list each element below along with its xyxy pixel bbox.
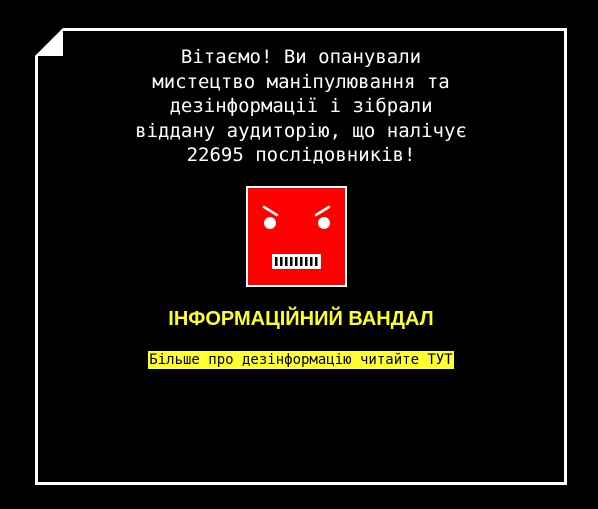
link-row: Більше про дезінформацію читайте ТУТ: [38, 351, 564, 369]
more-info-link[interactable]: Більше про дезінформацію читайте ТУТ: [148, 351, 454, 369]
message-line: 22695 послідовників!: [186, 144, 416, 166]
angry-face-icon: [246, 186, 347, 287]
page-fold-icon: [32, 25, 66, 59]
message-line: Вітаємо! Ви опанували: [180, 46, 422, 68]
right-eyebrow: [314, 205, 331, 217]
message-line: дезінформації і зібрали: [169, 95, 433, 117]
left-eye: [264, 217, 276, 229]
angry-face-svg: [262, 205, 331, 269]
result-message: Вітаємо! Ви опанували мистецтво маніпулю…: [38, 45, 564, 168]
game-screen: Вітаємо! Ви опанували мистецтво маніпулю…: [0, 0, 598, 509]
message-line: мистецтво маніпулювання та: [152, 70, 450, 93]
rank-title: ІНФОРМАЦІЙНИЙ ВАНДАЛ: [168, 308, 434, 330]
message-line: віддану аудиторію, що налічує: [135, 119, 467, 142]
teeth-gaps: [275, 257, 318, 266]
result-card: Вітаємо! Ви опанували мистецтво маніпулю…: [35, 28, 567, 485]
left-eyebrow: [262, 205, 279, 217]
right-eye: [318, 217, 330, 229]
